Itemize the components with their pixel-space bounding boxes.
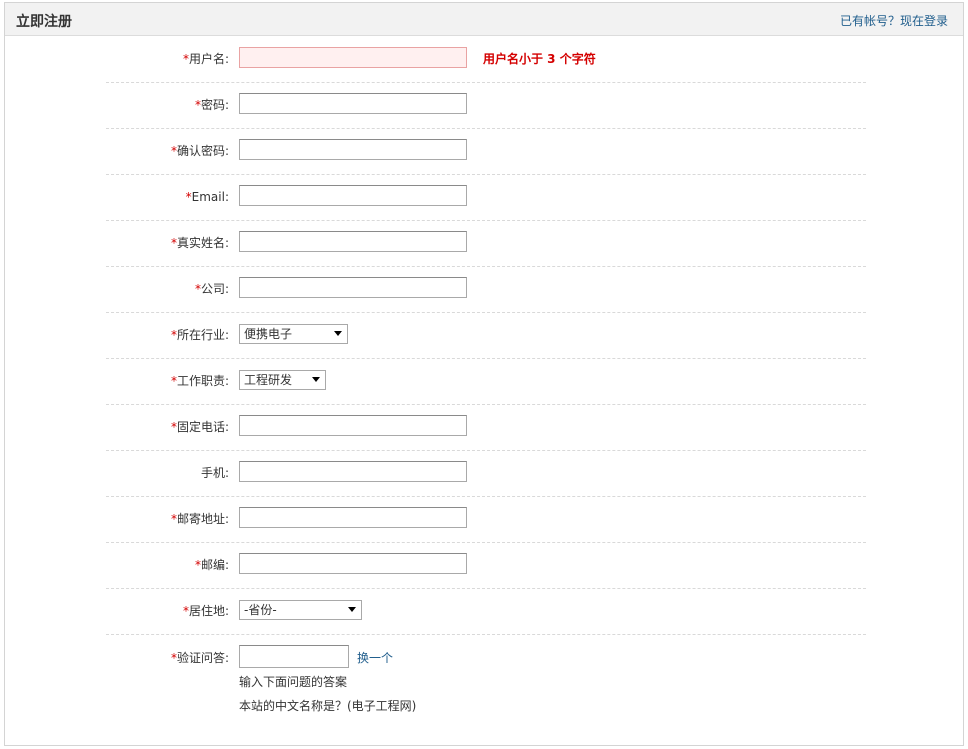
real-name-label: *真实姓名: bbox=[170, 236, 229, 250]
registration-form: *用户名: 用户名小于 3 个字符 *密码: *确认密码: *Email: *真… bbox=[106, 37, 866, 725]
address-row: *邮寄地址: bbox=[106, 497, 866, 543]
company-label: *公司: bbox=[194, 282, 229, 296]
username-label: *用户名: bbox=[182, 52, 229, 66]
username-row: *用户名: 用户名小于 3 个字符 bbox=[106, 37, 866, 83]
residence-label: *居住地: bbox=[182, 604, 229, 618]
password-row: *密码: bbox=[106, 83, 866, 129]
industry-row: *所在行业: 便携电子 bbox=[106, 313, 866, 359]
confirm-password-input[interactable] bbox=[239, 139, 467, 160]
real-name-row: *真实姓名: bbox=[106, 221, 866, 267]
verification-answer-input[interactable] bbox=[239, 645, 349, 668]
job-role-label: *工作职责: bbox=[170, 374, 229, 388]
email-input[interactable] bbox=[239, 185, 467, 206]
landline-label: *固定电话: bbox=[170, 420, 229, 434]
landline-row: *固定电话: bbox=[106, 405, 866, 451]
email-label: *Email: bbox=[185, 190, 229, 204]
verification-row: *验证问答: 换一个 输入下面问题的答案 本站的中文名称是？(电子工程网) bbox=[106, 635, 866, 725]
password-label: *密码: bbox=[194, 98, 229, 112]
residence-row: *居住地: -省份- bbox=[106, 589, 866, 635]
chevron-down-icon bbox=[334, 331, 342, 336]
mobile-label: 手机: bbox=[200, 466, 229, 480]
job-role-selected-value: 工程研发 bbox=[244, 373, 293, 387]
verification-hint: 输入下面问题的答案 bbox=[239, 675, 348, 689]
address-label: *邮寄地址: bbox=[170, 512, 229, 526]
industry-selected-value: 便携电子 bbox=[244, 327, 293, 341]
industry-select[interactable]: 便携电子 bbox=[239, 324, 348, 344]
confirm-password-label: *确认密码: bbox=[170, 144, 229, 158]
chevron-down-icon bbox=[348, 607, 356, 612]
industry-label: *所在行业: bbox=[170, 328, 229, 342]
company-input[interactable] bbox=[239, 277, 467, 298]
login-link[interactable]: 已有帐号？现在登录 bbox=[840, 12, 948, 29]
residence-selected-value: -省份- bbox=[244, 603, 277, 617]
real-name-input[interactable] bbox=[239, 231, 467, 252]
refresh-question-link[interactable]: 换一个 bbox=[357, 649, 393, 666]
confirm-password-row: *确认密码: bbox=[106, 129, 866, 175]
password-input[interactable] bbox=[239, 93, 467, 114]
address-input[interactable] bbox=[239, 507, 467, 528]
username-error-message: 用户名小于 3 个字符 bbox=[483, 52, 596, 66]
mobile-row: 手机: bbox=[106, 451, 866, 497]
residence-select[interactable]: -省份- bbox=[239, 600, 362, 620]
panel-header: 立即注册 已有帐号？现在登录 bbox=[5, 3, 963, 36]
verification-question: 本站的中文名称是？(电子工程网) bbox=[239, 699, 417, 713]
email-row: *Email: bbox=[106, 175, 866, 221]
registration-panel: 立即注册 已有帐号？现在登录 *用户名: 用户名小于 3 个字符 *密码: *确… bbox=[4, 2, 964, 746]
page-title: 立即注册 bbox=[16, 14, 72, 30]
job-role-select[interactable]: 工程研发 bbox=[239, 370, 326, 390]
username-input[interactable] bbox=[239, 47, 467, 68]
company-row: *公司: bbox=[106, 267, 866, 313]
zipcode-label: *邮编: bbox=[194, 558, 229, 572]
zipcode-row: *邮编: bbox=[106, 543, 866, 589]
mobile-input[interactable] bbox=[239, 461, 467, 482]
chevron-down-icon bbox=[312, 377, 320, 382]
verification-label: *验证问答: bbox=[170, 651, 229, 665]
zipcode-input[interactable] bbox=[239, 553, 467, 574]
landline-input[interactable] bbox=[239, 415, 467, 436]
job-role-row: *工作职责: 工程研发 bbox=[106, 359, 866, 405]
